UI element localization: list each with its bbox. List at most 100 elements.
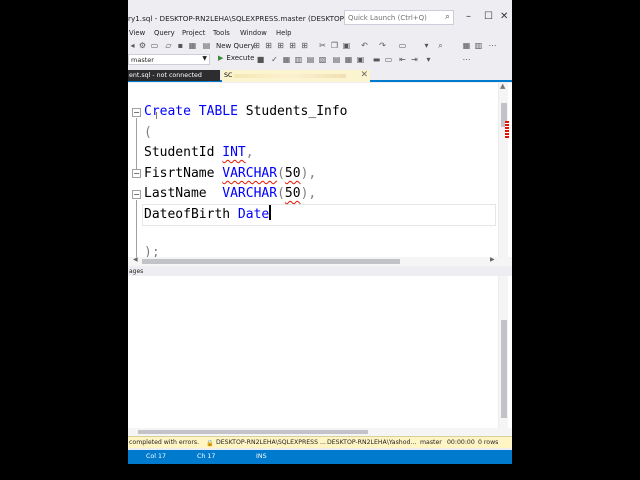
query-options-icon[interactable]: ▧ <box>318 55 327 64</box>
tab-active-query[interactable]: SC ✕ <box>222 70 370 82</box>
overflow-icon[interactable]: ⋯ <box>462 55 471 64</box>
uncomment-icon[interactable]: ▭ <box>384 55 393 64</box>
messages-tab-label[interactable]: ages <box>129 268 143 275</box>
quick-launch-input[interactable]: Quick Launch (Ctrl+Q) ⌕ <box>344 10 454 25</box>
db-query4-icon[interactable]: ⊞ <box>288 41 297 50</box>
close-icon[interactable]: ✕ <box>500 11 508 22</box>
code-line-8: ); <box>144 245 160 257</box>
scroll-thumb[interactable] <box>142 259 400 264</box>
quick-launch-placeholder: Quick Launch (Ctrl+Q) <box>348 14 427 22</box>
save-all-icon[interactable]: ▦ <box>188 41 197 50</box>
cut-icon[interactable]: ✂ <box>318 41 327 50</box>
punctuation: ( <box>277 186 285 201</box>
punctuation: ), <box>300 186 317 201</box>
copy-icon[interactable]: ❐ <box>330 41 339 50</box>
toolbox-icon[interactable]: ▥ <box>474 41 483 50</box>
column-name: DateofBirth <box>144 207 238 222</box>
debug-icon[interactable]: ▦ <box>282 55 291 64</box>
results-vertical-scrollbar[interactable] <box>498 276 508 428</box>
column-type: INT <box>222 145 246 160</box>
results-text-icon[interactable]: ▤ <box>332 55 341 64</box>
menu-project[interactable]: Project <box>182 29 205 37</box>
results-tab-header[interactable]: ages <box>128 266 512 276</box>
elapsed-time: 00:00:00 <box>447 439 475 446</box>
menu-query[interactable]: Query <box>154 29 175 37</box>
plan-icon[interactable]: ▥ <box>294 55 303 64</box>
properties-icon[interactable]: ▦ <box>462 41 471 50</box>
collapse-icon[interactable]: − <box>132 108 141 117</box>
new-query-icon[interactable]: ▤ <box>202 41 211 50</box>
maximize-icon[interactable]: ☐ <box>484 11 493 22</box>
new-query-button[interactable]: New Query <box>216 42 255 50</box>
collapse-icon[interactable]: − <box>132 190 141 199</box>
scroll-thumb[interactable] <box>501 320 507 418</box>
db-query3-icon[interactable]: ⊞ <box>276 41 285 50</box>
menu-help[interactable]: Help <box>276 29 292 37</box>
query-status-message: completed with errors. <box>129 439 200 446</box>
settings-icon[interactable]: ⚙ <box>138 41 147 50</box>
execute-label: Execute <box>226 54 255 62</box>
specify-values-icon[interactable]: ▾ <box>424 55 433 64</box>
open-file-icon[interactable]: ▱ <box>164 41 173 50</box>
undo-icon[interactable]: ↶ <box>360 41 369 50</box>
row-count: 0 rows <box>478 439 499 446</box>
text-caret <box>269 205 271 220</box>
save-icon[interactable]: ▪ <box>176 41 185 50</box>
stop-icon[interactable]: ■ <box>256 55 265 64</box>
standard-toolbar: ◂ ⚙ ▭ ▱ ▪ ▦ ▤ New Query ⊞ ⊞ ⊞ ⊞ ⊞ ✂ ❐ ▣ … <box>128 39 512 53</box>
indent-icon[interactable]: ⇥ <box>410 55 419 64</box>
navigate-icon[interactable]: ▭ <box>398 41 407 50</box>
scroll-thumb[interactable] <box>138 430 368 434</box>
menu-window[interactable]: Window <box>240 29 267 37</box>
code-line-2: ( <box>144 125 152 140</box>
results-horizontal-scrollbar[interactable] <box>128 428 512 436</box>
code-line-4: FisrtName VARCHAR(50), <box>144 164 316 184</box>
editor-vertical-scrollbar[interactable]: ▲ <box>498 83 509 257</box>
db-query-icon[interactable]: ⊞ <box>252 41 261 50</box>
db-query2-icon[interactable]: ⊞ <box>264 41 273 50</box>
insert-mode-indicator: INS <box>256 453 267 460</box>
title-bar: ry1.sql - DESKTOP-RN2LEHA\SQLEXPRESS.mas… <box>128 8 512 28</box>
code-line-3: StudentId INT, <box>144 143 254 163</box>
db-query5-icon[interactable]: ⊞ <box>300 41 309 50</box>
bottom-black-strip <box>128 464 512 480</box>
column-name: StudentId <box>144 145 223 160</box>
menu-view[interactable]: View <box>129 29 145 37</box>
sql-editor[interactable]: − − − I Create TABLE Students_Info ( Stu… <box>128 83 512 257</box>
code-line-6: DateofBirth Date <box>144 205 271 225</box>
comment-icon[interactable]: ▬ <box>372 55 381 64</box>
punctuation: ( <box>277 166 285 181</box>
new-file-icon[interactable]: ▭ <box>150 41 159 50</box>
redo-icon[interactable]: ↷ <box>378 41 387 50</box>
tab-title-obscured <box>234 74 346 78</box>
execute-button[interactable]: ▶ Execute <box>218 54 254 62</box>
search-icon: ⌕ <box>444 12 450 22</box>
outdent-icon[interactable]: ⇤ <box>398 55 407 64</box>
results-file-icon[interactable]: ▣ <box>356 55 365 64</box>
minimize-icon[interactable]: – <box>466 11 471 22</box>
lock-icon: 🔒 <box>206 440 214 447</box>
scroll-left-icon[interactable]: ◀ <box>133 256 138 263</box>
scroll-up-icon[interactable]: ▲ <box>500 83 505 90</box>
find-icon[interactable]: ⌕ <box>436 41 445 50</box>
menu-tools[interactable]: Tools <box>213 29 230 37</box>
database-select[interactable]: master ▼ <box>128 54 210 65</box>
results-pane <box>128 276 512 436</box>
results-grid-icon[interactable]: ▦ <box>344 55 353 64</box>
paste-icon[interactable]: ▣ <box>342 41 351 50</box>
scroll-right-icon[interactable]: ▶ <box>490 256 495 263</box>
editor-horizontal-scrollbar[interactable]: ◀ ▶ <box>128 256 512 266</box>
overflow-icon[interactable]: ⋯ <box>488 41 497 50</box>
collapse-icon[interactable]: − <box>132 169 141 178</box>
document-tabs: ent.sql - not connected SC ✕ <box>128 70 512 82</box>
back-icon[interactable]: ◂ <box>128 41 137 50</box>
outline-line <box>136 118 137 171</box>
close-icon[interactable]: ✕ <box>360 70 368 80</box>
tab-script-file[interactable]: ent.sql - not connected <box>128 70 220 81</box>
parse-icon[interactable]: ✓ <box>270 55 279 64</box>
intellisense-icon[interactable]: ▤ <box>306 55 315 64</box>
dropdown-icon[interactable]: ▾ <box>422 41 431 50</box>
char-indicator: Ch 17 <box>197 453 216 460</box>
table-name: Students_Info <box>237 104 348 119</box>
database-name: master <box>420 439 442 446</box>
